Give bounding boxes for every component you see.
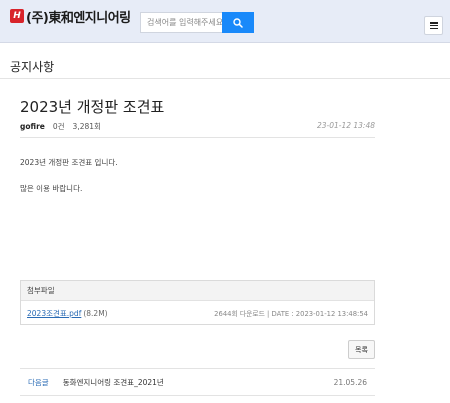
next-post-row[interactable]: 다음글 동화엔지니어링 조견표_2021년 21.05.26 [20,368,375,396]
post-title: 2023년 개정판 조견표 [20,98,165,116]
attachment-row: 2023조견표.pdf (8.2M) 2644회 다운로드 | DATE : 2… [21,301,374,325]
logo-text: (주)東和엔지니어링 [26,10,131,26]
site-logo[interactable]: H (주)東和엔지니어링 [10,8,131,26]
next-post-title[interactable]: 동화엔지니어링 조견표_2021년 [63,377,164,388]
next-post-date: 21.05.26 [333,377,367,387]
view-count: 3,281회 [72,122,101,131]
attachment-info: 2644회 다운로드 | DATE : 2023-01-12 13:48:54 [214,310,368,318]
logo-mark-icon: H [10,9,24,23]
hamburger-icon [429,22,438,29]
post-date: 23-01-12 13:48 [316,121,375,130]
site-header: H (주)東和엔지니어링 [0,0,450,43]
next-post-label[interactable]: 다음글 [28,377,49,388]
attachment-box: 첨부파일 2023조견표.pdf (8.2M) 2644회 다운로드 | DAT… [20,280,375,325]
post-author[interactable]: gofire [20,122,45,131]
comment-count: 0건 [52,122,65,131]
body-line: 2023년 개정판 조견표 입니다. [20,158,118,167]
search-icon [233,17,243,28]
meta-divider [20,137,375,138]
search-button[interactable] [222,12,254,33]
attachment-file-link[interactable]: 2023조견표.pdf [27,308,81,319]
post-meta: gofire 0건 3,281회 [20,121,101,132]
list-button[interactable]: 목록 [348,340,375,359]
body-line: 많은 이용 바랍니다. [20,184,83,193]
attachment-size: (8.2M) [83,308,108,318]
section-divider [0,78,450,79]
attachment-header: 첨부파일 [21,281,374,301]
section-title: 공지사항 [10,60,55,74]
menu-button[interactable] [424,16,443,35]
